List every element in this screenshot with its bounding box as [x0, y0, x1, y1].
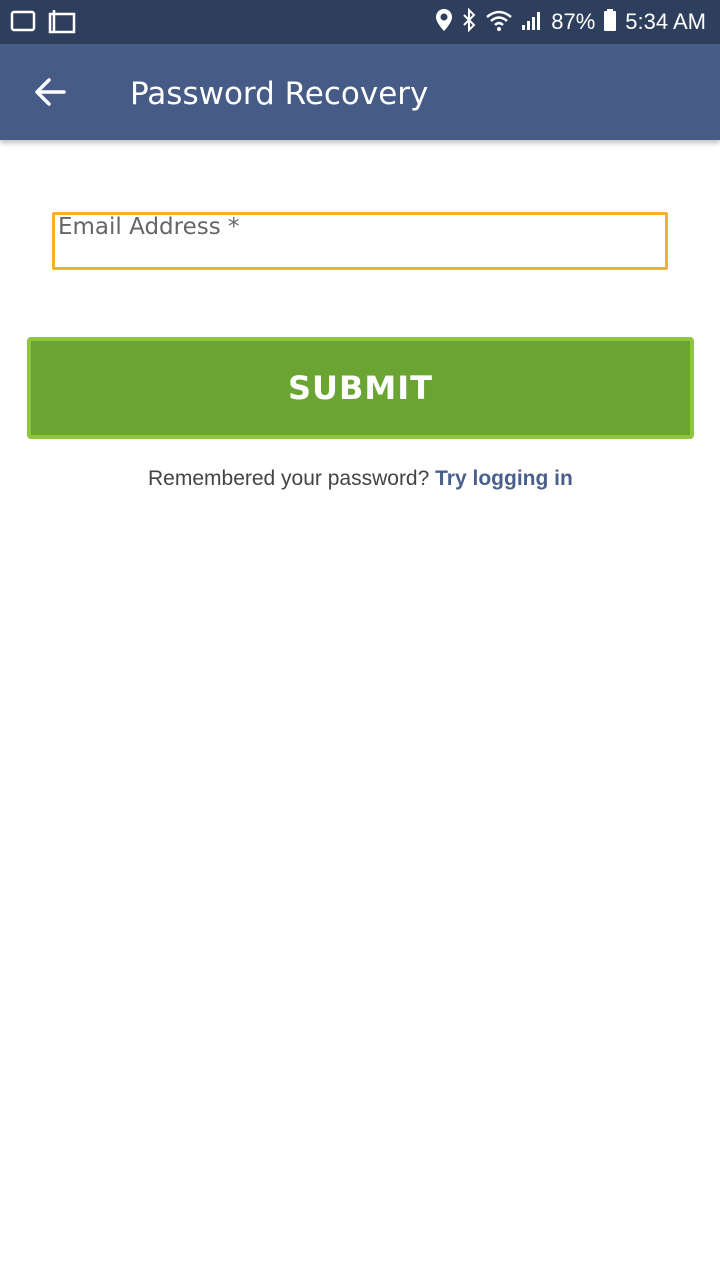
wifi-icon	[485, 8, 513, 36]
remember-password-text: Remembered your password? Try logging in	[148, 464, 573, 494]
battery-percent: 87%	[551, 9, 596, 34]
page-title: Password Recovery	[130, 76, 429, 112]
status-left-icons	[10, 8, 100, 36]
back-button[interactable]	[30, 74, 70, 114]
battery-icon	[603, 8, 617, 36]
screenshot-icon	[48, 10, 76, 34]
clock: 5:34 AM	[625, 9, 706, 34]
email-input[interactable]	[58, 238, 658, 266]
notification-icon	[10, 10, 36, 32]
location-icon	[435, 8, 453, 36]
bluetooth-icon	[461, 7, 477, 36]
arrow-left-icon	[34, 77, 66, 111]
signal-icon	[521, 8, 543, 36]
remember-prefix: Remembered your password?	[148, 467, 430, 490]
status-right: 87% 5:34 AM	[435, 6, 706, 38]
try-logging-in-link[interactable]: Try logging in	[435, 467, 573, 490]
submit-button[interactable]: SUBMIT	[27, 337, 694, 439]
